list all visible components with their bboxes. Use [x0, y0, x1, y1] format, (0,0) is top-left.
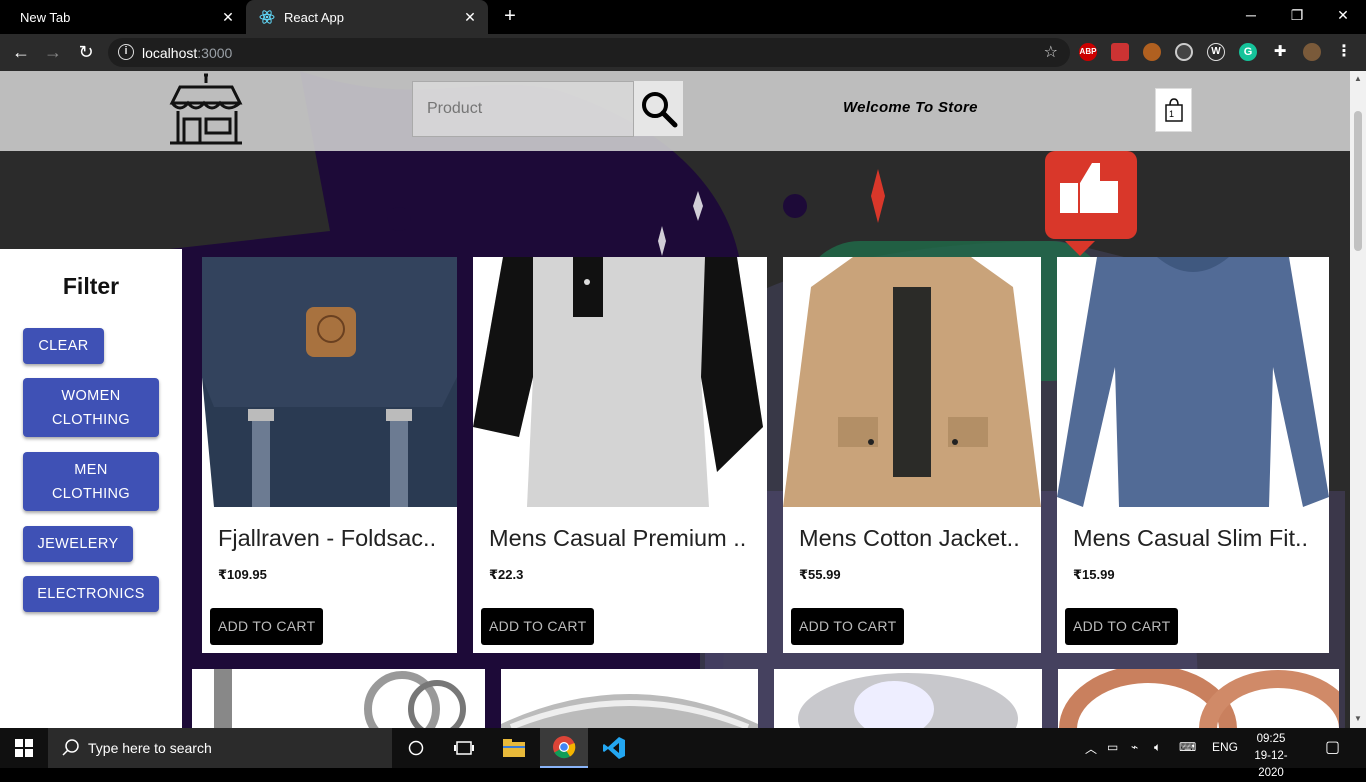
target-icon[interactable]: [1175, 43, 1193, 61]
product-card[interactable]: Mens Casual Slim Fit.. ₹15.99 ADD TO CAR…: [1057, 257, 1329, 653]
add-to-cart-button[interactable]: ADD TO CART: [481, 608, 595, 645]
grammarly-icon[interactable]: G: [1239, 43, 1257, 61]
windows-start-button[interactable]: [0, 728, 48, 768]
clock-time: 09:25: [1256, 733, 1286, 745]
page-scrollbar[interactable]: ▲ ▼: [1350, 71, 1366, 728]
page-viewport: Welcome To Store 1 Filter CLEAR WOMEN CL…: [0, 71, 1350, 728]
site-info-icon[interactable]: i: [118, 44, 134, 60]
product-price: ₹22.3: [489, 567, 524, 582]
taskbar-search-placeholder: Type here to search: [88, 740, 212, 756]
product-card[interactable]: [192, 669, 485, 728]
cart-button[interactable]: 1: [1155, 88, 1192, 132]
search-button[interactable]: [634, 81, 683, 136]
battery-icon[interactable]: ▭: [1107, 740, 1118, 754]
product-card[interactable]: Mens Cotton Jacket.. ₹55.99 ADD TO CART: [783, 257, 1041, 653]
product-price: ₹109.95: [218, 567, 267, 582]
browser-tab-strip: New Tab ✕ React App ✕ + ─ ❐ ✕: [0, 0, 1366, 34]
product-title[interactable]: Mens Cotton Jacket..: [799, 525, 1020, 552]
product-image-jacket: [783, 257, 1041, 507]
windows-taskbar: Type here to search ︿ ▭ ⌁ 🔈︎ ⌨︎ ENG 09:2…: [0, 728, 1366, 779]
cookie-icon[interactable]: [1143, 43, 1161, 61]
filter-electronics-button[interactable]: ELECTRONICS: [23, 576, 159, 612]
minimize-icon[interactable]: ─: [1228, 4, 1274, 26]
product-image-rose-ring: [1058, 669, 1339, 728]
bookmark-star-icon[interactable]: ☆: [1044, 42, 1058, 62]
filter-sidebar: Filter CLEAR WOMEN CLOTHING MEN CLOTHING…: [0, 249, 182, 728]
product-image-backpack: [202, 257, 457, 507]
windows-logo-icon: [15, 739, 33, 757]
address-bar[interactable]: i localhost:3000 ☆: [108, 38, 1070, 67]
scrollbar-thumb[interactable]: [1354, 111, 1362, 251]
back-icon[interactable]: ←: [9, 40, 33, 64]
product-title[interactable]: Mens Casual Slim Fit..: [1073, 525, 1308, 552]
language-indicator[interactable]: ENG: [1212, 740, 1238, 754]
scroll-down-icon[interactable]: ▼: [1354, 714, 1362, 723]
taskbar-search-box[interactable]: Type here to search: [48, 728, 392, 768]
volume-icon[interactable]: 🔈︎: [1154, 740, 1161, 755]
add-to-cart-button[interactable]: ADD TO CART: [791, 608, 905, 645]
product-card[interactable]: [1058, 669, 1339, 728]
cortana-icon[interactable]: [392, 728, 440, 768]
scroll-up-icon[interactable]: ▲: [1354, 74, 1362, 83]
vscode-icon[interactable]: [590, 728, 638, 768]
product-card[interactable]: [774, 669, 1042, 728]
product-price: ₹55.99: [799, 567, 841, 582]
product-image-tshirt: [473, 257, 767, 507]
forward-icon[interactable]: →: [41, 40, 65, 64]
product-search-input[interactable]: [412, 81, 634, 137]
product-image-bracelet: [192, 669, 485, 728]
filter-women-clothing-button[interactable]: WOMEN CLOTHING: [23, 378, 159, 437]
search-icon: [641, 91, 677, 127]
file-explorer-icon[interactable]: [490, 728, 538, 768]
product-card[interactable]: [501, 669, 758, 728]
product-price: ₹15.99: [1073, 567, 1115, 582]
filter-jewelery-button[interactable]: JEWELERY: [23, 526, 133, 562]
clock-date: 19-12-2020: [1254, 750, 1288, 779]
site-header: Welcome To Store 1: [0, 71, 1350, 151]
taskbar-clock[interactable]: 09:25 19-12-2020: [1244, 731, 1298, 782]
restore-icon[interactable]: ❐: [1274, 4, 1320, 26]
browser-toolbar: ← → ↻ i localhost:3000 ☆ ABP W G ✚ ⋮: [0, 34, 1366, 71]
product-title[interactable]: Mens Casual Premium ..: [489, 525, 746, 552]
task-view-icon[interactable]: [440, 728, 488, 768]
puzzle-icon[interactable]: ✚: [1271, 43, 1289, 61]
notifications-icon[interactable]: ▢: [1325, 737, 1340, 757]
close-tab-icon[interactable]: ✕: [220, 9, 236, 25]
adblock-icon[interactable]: ABP: [1079, 43, 1097, 61]
filter-clear-button[interactable]: CLEAR: [23, 328, 104, 364]
url-text: localhost:3000: [142, 45, 233, 61]
chrome-taskbar-icon[interactable]: [540, 728, 588, 768]
store-logo-icon[interactable]: [166, 73, 246, 145]
tray-chevron-icon[interactable]: ︿: [1085, 740, 1097, 757]
new-tab-button[interactable]: +: [499, 5, 521, 27]
reload-icon[interactable]: ↻: [74, 40, 98, 64]
tab-label: New Tab: [20, 9, 71, 25]
filter-men-clothing-button[interactable]: MEN CLOTHING: [23, 452, 159, 511]
search-icon: [62, 739, 79, 756]
add-to-cart-button[interactable]: ADD TO CART: [210, 608, 324, 645]
menu-dots-icon[interactable]: ⋮: [1335, 43, 1353, 61]
close-window-icon[interactable]: ✕: [1320, 4, 1366, 26]
w-extension-icon[interactable]: W: [1207, 43, 1225, 61]
extension-shield-icon[interactable]: [1111, 43, 1129, 61]
product-card[interactable]: Mens Casual Premium .. ₹22.3 ADD TO CART: [473, 257, 767, 653]
product-image-diamond-ring: [774, 669, 1042, 728]
tab-label: React App: [284, 9, 344, 25]
product-image-longsleeve: [1057, 257, 1329, 507]
cart-count-badge: 1: [1169, 109, 1175, 119]
product-title[interactable]: Fjallraven - Foldsac..: [218, 525, 436, 552]
filter-title: Filter: [62, 273, 120, 299]
product-image-ring: [501, 669, 758, 728]
profile-avatar[interactable]: [1303, 43, 1321, 61]
welcome-text: Welcome To Store: [843, 99, 978, 116]
product-card[interactable]: Fjallraven - Foldsac.. ₹109.95 ADD TO CA…: [202, 257, 457, 653]
close-tab-icon[interactable]: ✕: [462, 9, 478, 25]
react-icon: [259, 10, 275, 24]
add-to-cart-button[interactable]: ADD TO CART: [1065, 608, 1179, 645]
network-icon[interactable]: ⌁: [1131, 740, 1138, 754]
tab-react-app[interactable]: React App ✕: [246, 0, 488, 34]
tab-new-tab[interactable]: New Tab ✕: [0, 0, 246, 34]
keyboard-icon[interactable]: ⌨︎: [1179, 740, 1196, 754]
